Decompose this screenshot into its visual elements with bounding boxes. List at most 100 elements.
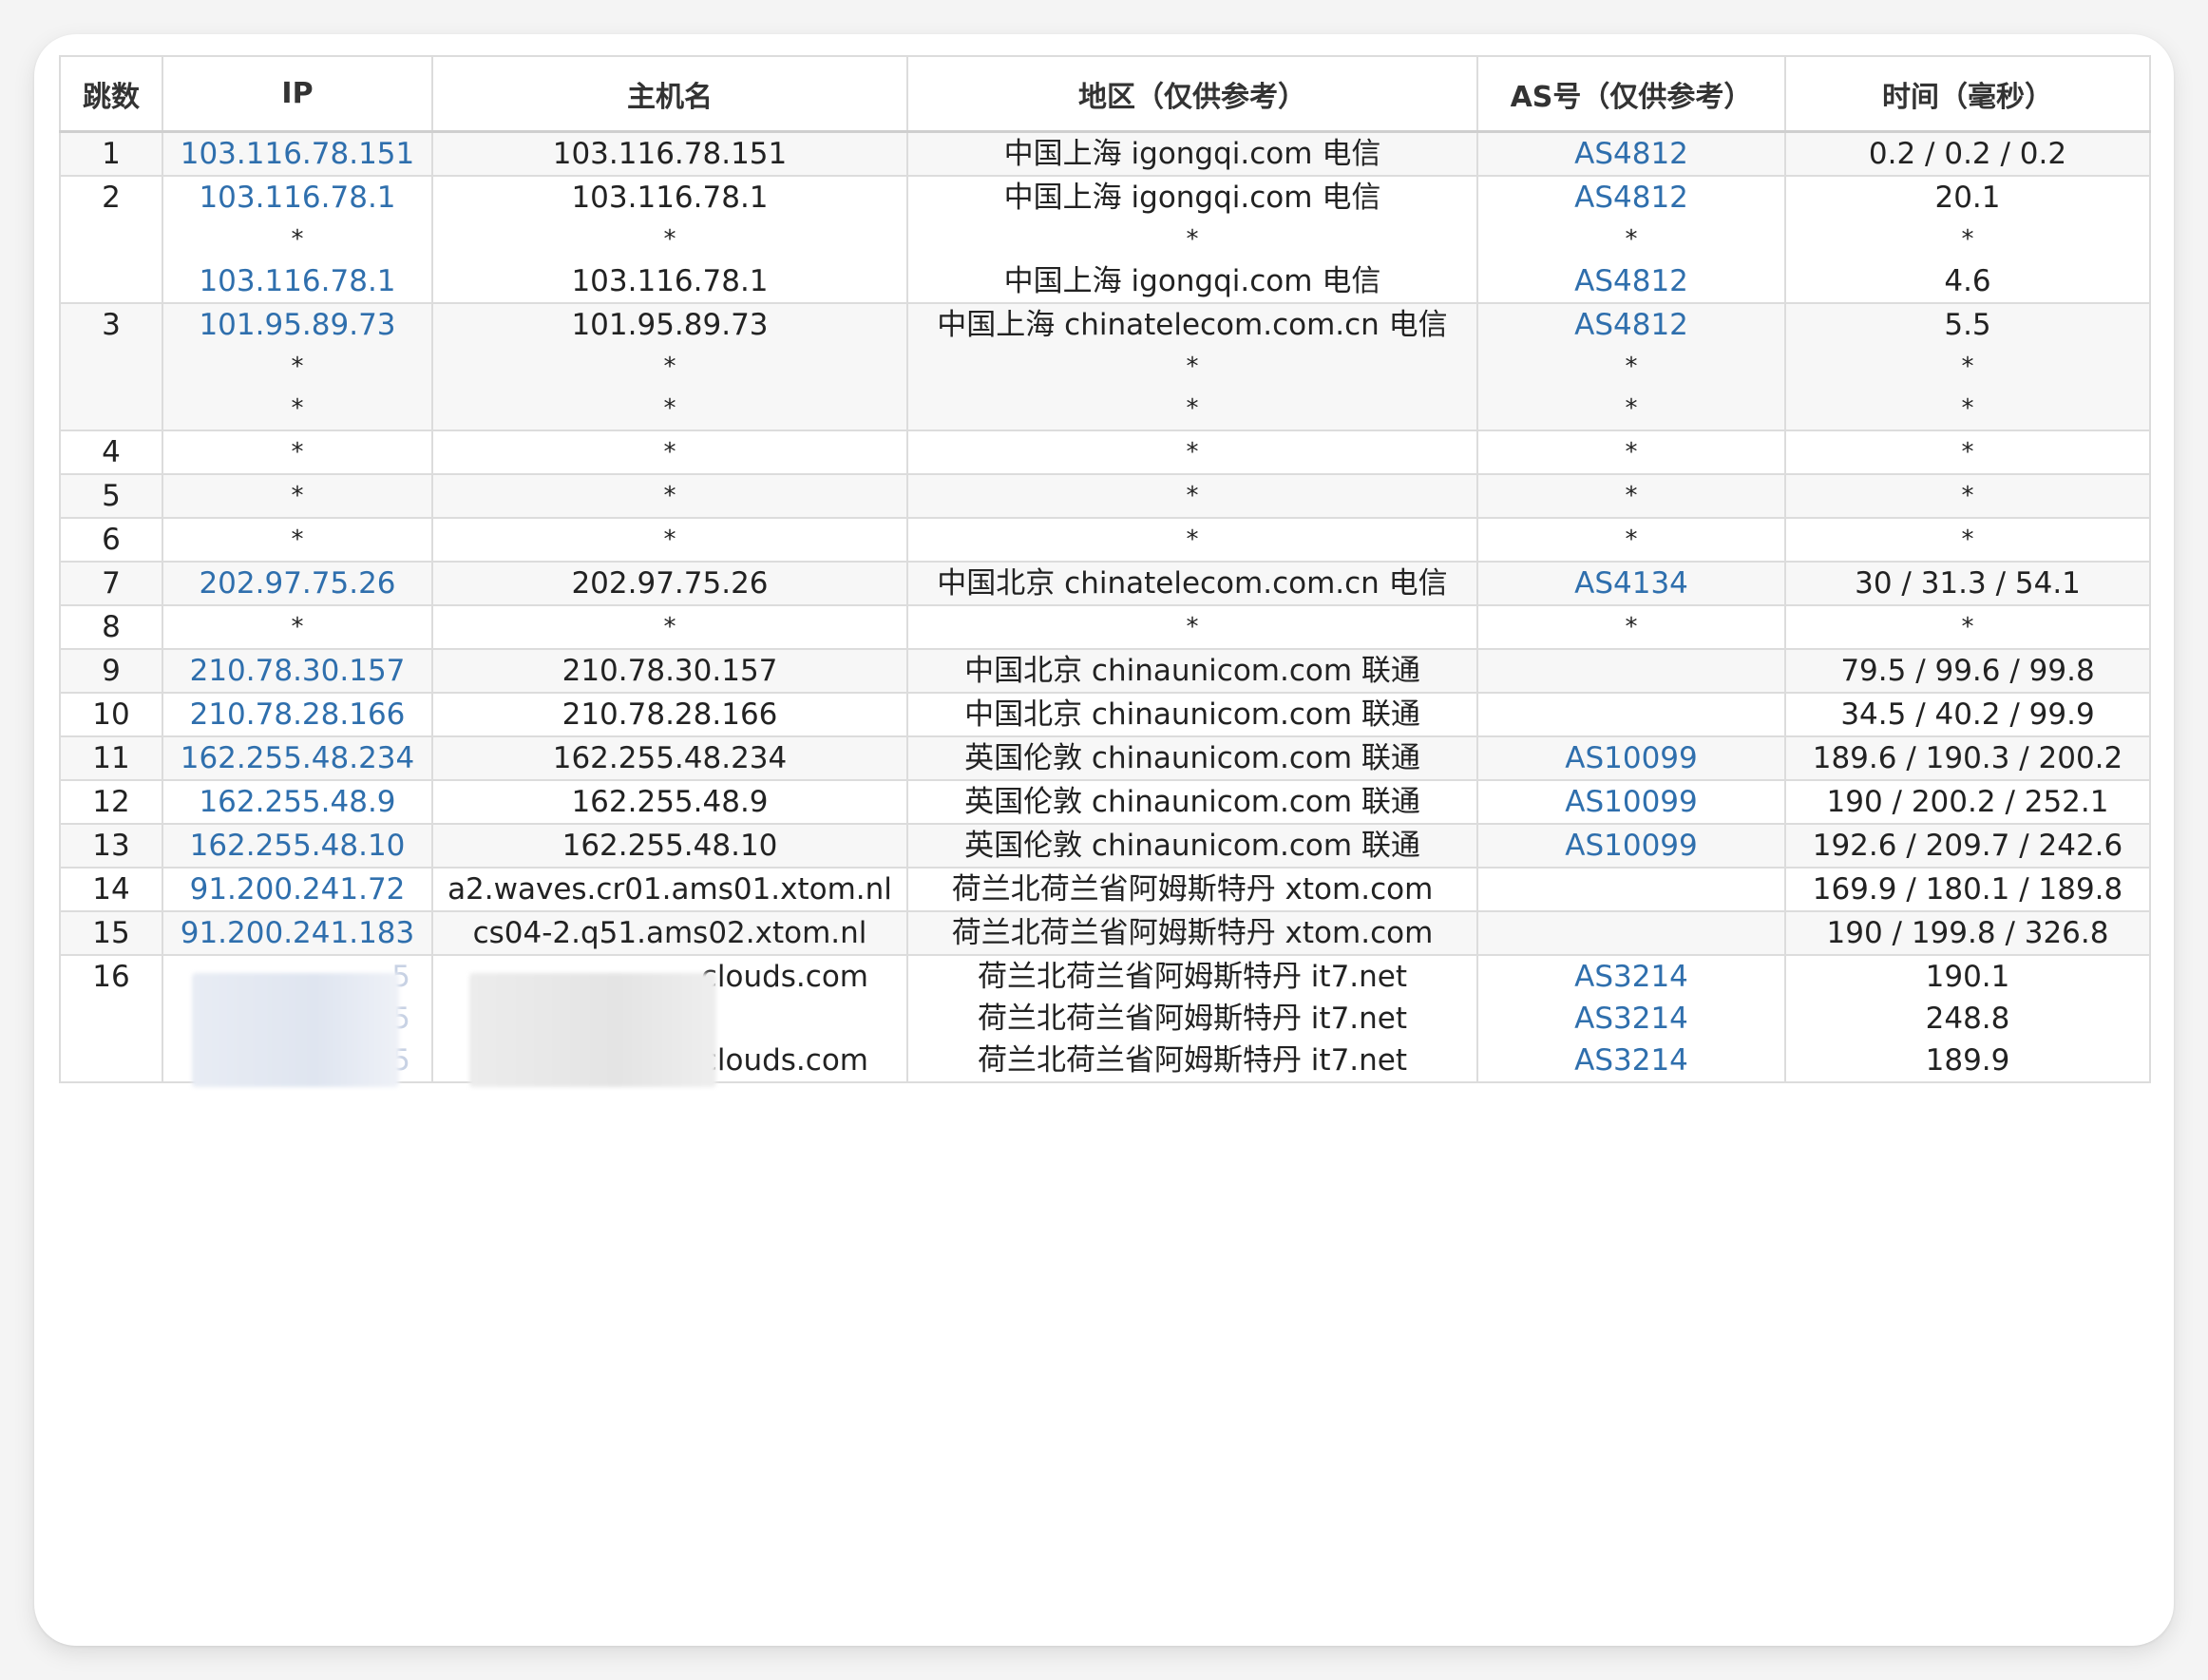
time-cell: *	[1784, 604, 2151, 650]
time-value: 5.5	[1944, 308, 1991, 342]
hop-cell: 2	[59, 175, 163, 304]
ip-cell: 162.255.48.10	[162, 823, 433, 869]
ip-cell: 101.95.89.73 * *	[162, 302, 433, 431]
no-response-marker: *	[1186, 525, 1199, 554]
ip-link[interactable]: 162.255.48.234	[163, 737, 431, 779]
hostname-value: 202.97.75.26	[571, 566, 769, 601]
time-cell: *	[1784, 430, 2151, 475]
region-cell: 中国上海 chinatelecom.com.cn 电信 * *	[906, 302, 1478, 431]
ip-cell: *	[162, 604, 433, 650]
as-cell: AS4812 * *	[1476, 302, 1786, 431]
hop-cell: 16	[59, 954, 163, 1083]
time-value: 190.1	[1925, 960, 2010, 994]
hostname-cell: *	[431, 430, 908, 475]
ip-cell: 210.78.30.157	[162, 648, 433, 694]
as-link[interactable]: AS4134	[1478, 563, 1784, 604]
ip-link[interactable]: 103.116.78.1	[163, 177, 431, 219]
hostname-cell: cs04-2.q51.ams02.xtom.nl	[431, 910, 908, 956]
ip-link[interactable]: 91.200.241.72	[163, 869, 431, 910]
ip-link[interactable]: 103.116.78.1	[163, 260, 431, 302]
header-hostname: 主机名	[431, 55, 908, 133]
hostname-cell: 162.255.48.10	[431, 823, 908, 869]
ip-link[interactable]: 202.97.75.26	[163, 563, 431, 604]
ip-link[interactable]: 210.78.30.157	[163, 650, 431, 692]
hostname-value: 103.116.78.1	[571, 181, 769, 215]
ip-link[interactable]: 101.95.89.73	[163, 304, 431, 346]
no-response-marker: *	[663, 438, 676, 467]
ip-link[interactable]: 162.255.48.9	[163, 781, 431, 823]
no-response-marker: *	[1961, 438, 1974, 467]
region-cell: 中国上海 igongqi.com 电信	[906, 130, 1478, 177]
redacted-hostname-blur	[469, 973, 716, 1087]
hop-cell: 4	[59, 430, 163, 475]
hop-cell: 8	[59, 604, 163, 650]
hop-number: 6	[102, 523, 121, 557]
ip-cell: 103.116.78.151	[162, 130, 433, 177]
as-cell: *	[1476, 473, 1786, 519]
hostname-cell: 210.78.30.157	[431, 648, 908, 694]
as-link[interactable]: AS3214	[1478, 1040, 1784, 1081]
time-cell: 169.9 / 180.1 / 189.8	[1784, 867, 2151, 912]
table-header-row: 跳数 IP 主机名 地区（仅供参考） AS号（仅供参考） 时间（毫秒）	[59, 55, 2151, 133]
hostname-cell: 103.116.78.1 * 103.116.78.1	[431, 175, 908, 304]
as-link[interactable]: AS3214	[1478, 998, 1784, 1040]
ip-link[interactable]: 91.200.241.183	[163, 912, 431, 954]
no-response-marker: *	[663, 613, 676, 641]
table-body: 1 103.116.78.151 103.116.78.151 中国上海 igongq…	[59, 130, 2151, 1087]
hostname-value: 103.116.78.1	[571, 264, 769, 298]
as-cell: *	[1476, 604, 1786, 650]
as-cell: AS10099	[1476, 779, 1786, 825]
region-value: 荷兰北荷兰省阿姆斯特丹 it7.net	[977, 1002, 1408, 1036]
ip-cell: *	[162, 473, 433, 519]
region-value: 中国北京 chinatelecom.com.cn 电信	[937, 566, 1448, 601]
as-link[interactable]: AS10099	[1478, 825, 1784, 867]
time-cell: 5.5 * *	[1784, 302, 2151, 431]
hostname-value: 210.78.28.166	[562, 697, 778, 732]
table-row: 9 210.78.30.157 210.78.30.157 中国北京 chinauni…	[59, 648, 2151, 694]
ip-cell: 210.78.28.166	[162, 692, 433, 737]
no-response-marker: *	[291, 525, 304, 554]
ip-link[interactable]: 210.78.28.166	[163, 694, 431, 735]
header-time: 时间（毫秒）	[1784, 55, 2151, 133]
hop-number: 15	[92, 916, 130, 950]
as-link[interactable]: AS4812	[1478, 260, 1784, 302]
ip-cell: 202.97.75.26	[162, 561, 433, 606]
time-value: 34.5 / 40.2 / 99.9	[1840, 697, 2095, 732]
region-value: 中国上海 igongqi.com 电信	[1003, 181, 1381, 215]
time-value: 4.6	[1944, 264, 1991, 298]
as-link[interactable]: AS4812	[1478, 304, 1784, 346]
time-cell: 0.2 / 0.2 / 0.2	[1784, 130, 2151, 177]
region-cell: 英国伦敦 chinaunicom.com 联通	[906, 823, 1478, 869]
ip-link[interactable]: 162.255.48.10	[163, 825, 431, 867]
hostname-value: 101.95.89.73	[571, 308, 769, 342]
as-link[interactable]: AS10099	[1478, 737, 1784, 779]
as-link	[1478, 650, 1784, 692]
as-link[interactable]: AS4812	[1478, 133, 1784, 175]
region-cell: 英国伦敦 chinaunicom.com 联通	[906, 779, 1478, 825]
as-cell: *	[1476, 517, 1786, 563]
no-response-marker: *	[663, 353, 676, 381]
as-link[interactable]: AS3214	[1478, 956, 1784, 998]
no-response-marker: *	[291, 225, 304, 254]
as-cell	[1476, 648, 1786, 694]
table-row: 12 162.255.48.9 162.255.48.9 英国伦敦 chinaunic…	[59, 779, 2151, 825]
time-cell: 79.5 / 99.6 / 99.8	[1784, 648, 2151, 694]
no-response-marker: *	[663, 525, 676, 554]
hop-cell: 6	[59, 517, 163, 563]
header-as: AS号（仅供参考）	[1476, 55, 1786, 133]
region-cell: 荷兰北荷兰省阿姆斯特丹 xtom.com	[906, 910, 1478, 956]
hop-cell: 11	[59, 735, 163, 781]
ip-link[interactable]: 103.116.78.151	[163, 133, 431, 175]
time-value: 79.5 / 99.6 / 99.8	[1840, 654, 2095, 688]
hop-number: 7	[102, 566, 121, 601]
no-response-marker: *	[291, 482, 304, 510]
hop-number: 5	[102, 479, 121, 513]
as-link	[1478, 694, 1784, 735]
as-link[interactable]: AS10099	[1478, 781, 1784, 823]
no-response-marker: *	[1625, 353, 1638, 381]
region-value: 荷兰北荷兰省阿姆斯特丹 xtom.com	[951, 872, 1434, 907]
time-value: 190 / 200.2 / 252.1	[1826, 785, 2109, 819]
hostname-cell: *	[431, 604, 908, 650]
as-link[interactable]: AS4812	[1478, 177, 1784, 219]
hop-number: 1	[102, 137, 121, 171]
